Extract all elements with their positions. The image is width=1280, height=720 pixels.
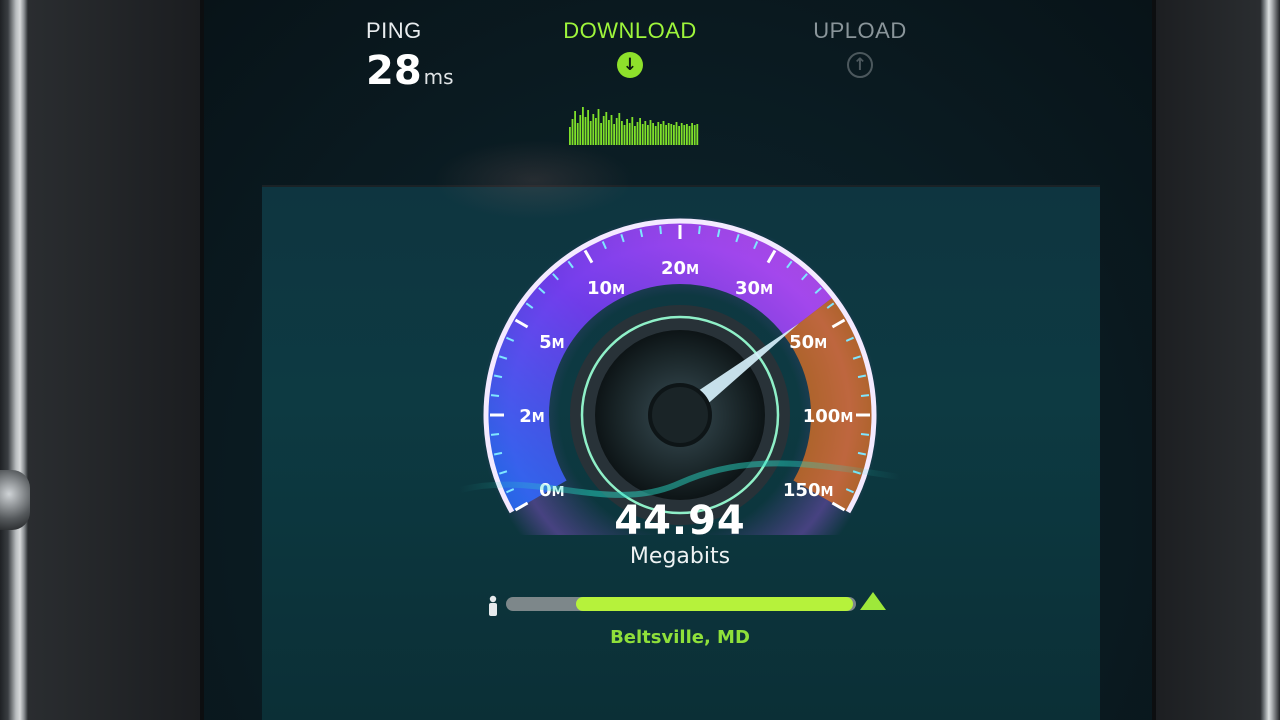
gauge-hub: [648, 383, 712, 447]
speed-readout: 44.94 Megabits: [560, 498, 800, 569]
download-graph-bar: [608, 120, 610, 145]
download-graph-bar: [579, 115, 582, 145]
ping-value: 28 ms: [366, 48, 454, 94]
download-graph-bar: [654, 126, 657, 145]
download-graph-bar: [673, 125, 675, 145]
download-metric: DOWNLOAD ↓: [560, 18, 700, 78]
download-graph-bar: [683, 125, 686, 145]
download-graph: [569, 107, 699, 145]
dashboard-trim-right: [1140, 0, 1280, 720]
download-graph-bar: [670, 124, 673, 145]
speed-value: 44.94: [614, 498, 746, 544]
gauge-minor-tick: [490, 433, 500, 436]
download-graph-bar: [647, 125, 649, 145]
server-flag-icon: [860, 592, 886, 610]
download-graph-bar: [691, 123, 693, 145]
download-graph-bar: [618, 113, 621, 145]
download-graph-bar: [582, 107, 584, 145]
download-graph-bar: [602, 116, 605, 145]
download-graph-bar: [657, 122, 660, 145]
download-graph-bar: [628, 123, 631, 145]
download-graph-bar: [675, 122, 678, 145]
download-graph-bar: [584, 117, 587, 145]
server-location: Beltsville, MD: [610, 627, 750, 648]
gauge-minor-tick: [860, 433, 870, 436]
upload-label: UPLOAD: [813, 18, 907, 43]
download-graph-bar: [592, 114, 595, 145]
ping-number: 28: [366, 48, 422, 94]
person-icon: [489, 595, 497, 616]
download-graph-bar: [587, 110, 589, 145]
download-graph-bar: [696, 124, 699, 145]
dashboard-trim-left: [0, 0, 200, 720]
download-graph-bar: [644, 121, 647, 145]
speed-gauge: 0M2M5M10M20M30M50M100M150M: [460, 215, 900, 535]
download-graph-bar: [571, 119, 574, 145]
download-graph-bar: [641, 124, 644, 145]
download-graph-bar: [597, 109, 600, 145]
speed-unit: Megabits: [629, 544, 731, 569]
download-graph-bar: [636, 122, 639, 145]
server-progress-row: [480, 590, 890, 620]
download-graph-bar: [595, 118, 597, 145]
download-graph-bar: [660, 124, 662, 145]
download-graph-bar: [615, 118, 618, 145]
dashboard-knob: [0, 470, 30, 530]
download-graph-bar: [686, 124, 688, 145]
download-graph-bar: [667, 123, 670, 145]
download-graph-bar: [610, 115, 613, 145]
download-graph-bar: [569, 127, 571, 145]
download-graph-bar: [589, 121, 592, 145]
download-label: DOWNLOAD: [563, 18, 697, 43]
server-progress-fill: [576, 597, 853, 611]
arrow-down-circle-icon: ↓: [617, 52, 643, 78]
screen-reflection: [434, 140, 634, 220]
gauge-minor-tick: [698, 225, 701, 235]
download-graph-bar: [652, 123, 654, 145]
download-graph-bar: [688, 126, 691, 145]
download-graph-bar: [678, 126, 680, 145]
gauge-minor-tick: [490, 394, 500, 397]
gauge-minor-tick: [860, 394, 870, 397]
server-progress-track: [506, 597, 856, 611]
download-graph-bar: [662, 121, 665, 145]
download-graph-bar: [574, 111, 576, 145]
download-graph-bar: [613, 124, 615, 145]
arrow-up-circle-icon: ↑: [847, 52, 873, 78]
ping-unit: ms: [423, 65, 454, 89]
download-graph-bar: [665, 125, 667, 145]
download-graph-bar: [576, 123, 579, 145]
download-graph-bar: [631, 117, 634, 145]
upload-metric: UPLOAD ↑: [790, 18, 930, 78]
ping-label: PING: [366, 18, 422, 43]
download-graph-bar: [680, 123, 683, 145]
gauge-minor-tick: [659, 225, 662, 235]
download-graph-bar: [600, 123, 602, 145]
download-graph-bar: [649, 120, 652, 145]
download-graph-bar: [634, 126, 636, 145]
ping-metric: PING 28 ms: [366, 18, 454, 94]
download-graph-bar: [639, 118, 641, 145]
download-graph-bar: [605, 112, 608, 145]
download-graph-bar: [626, 119, 628, 145]
download-graph-bar: [623, 125, 626, 145]
download-graph-bar: [693, 125, 696, 145]
download-graph-bar: [621, 121, 623, 145]
